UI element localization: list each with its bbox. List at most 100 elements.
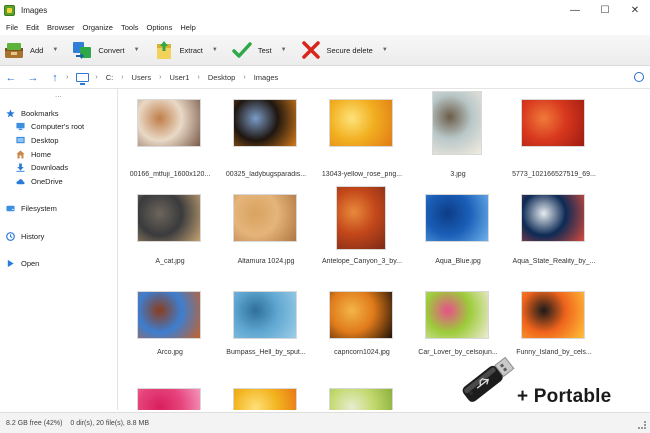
sidebar-item-onedrive[interactable]: OneDrive xyxy=(16,177,63,186)
file-name: 5773_102166527519_69... xyxy=(512,171,596,178)
portable-badge: + Portable xyxy=(454,340,650,412)
extract-icon xyxy=(154,40,174,60)
file-name: Aqua_Blue.jpg xyxy=(435,258,481,265)
convert-button[interactable]: Convert ▼ xyxy=(68,36,149,64)
image-preview xyxy=(233,388,297,410)
cloud-icon xyxy=(16,179,25,185)
image-preview xyxy=(329,291,393,339)
toolbar: Add ▼ Convert ▼ Extract ▼ Test ▼ Secure … xyxy=(0,35,650,66)
image-preview xyxy=(425,291,489,339)
breadcrumb-images[interactable]: Images xyxy=(246,73,287,82)
breadcrumb-user1[interactable]: User1 xyxy=(161,73,197,82)
menu-file[interactable]: File xyxy=(2,23,22,32)
image-preview xyxy=(233,194,297,242)
drive-icon xyxy=(6,205,15,212)
sidebar-item-home[interactable]: Home xyxy=(16,150,51,159)
chevron-down-icon[interactable]: ▼ xyxy=(134,47,140,53)
sidebar-item-label: Computer's root xyxy=(31,122,85,131)
menu-help[interactable]: Help xyxy=(176,23,199,32)
secure-delete-label: Secure delete xyxy=(326,45,373,55)
chevron-down-icon[interactable]: ▼ xyxy=(382,47,388,53)
up-button[interactable]: ↑ xyxy=(44,72,66,84)
add-label: Add xyxy=(30,45,44,55)
sidebar-item-label: Open xyxy=(21,259,40,268)
image-preview xyxy=(329,99,393,147)
minimize-button[interactable]: — xyxy=(560,0,590,20)
image-preview xyxy=(137,291,201,339)
home-icon xyxy=(16,150,25,159)
sidebar-item-open[interactable]: Open xyxy=(6,259,39,268)
computer-icon xyxy=(76,73,90,85)
menu-edit[interactable]: Edit xyxy=(22,23,43,32)
sidebar-item-desktop[interactable]: Desktop xyxy=(16,136,59,145)
file-name: capricorn1024.jpg xyxy=(334,349,390,356)
image-preview xyxy=(233,99,297,147)
title-bar: Images — ☐ ✕ xyxy=(0,0,650,20)
file-name: 00166_mtfuji_1600x120... xyxy=(129,171,211,178)
menu-options[interactable]: Options xyxy=(143,23,177,32)
free-space-text: 8.2 GB free (42%) xyxy=(6,419,63,427)
menu-browser[interactable]: Browser xyxy=(43,23,79,32)
search-icon[interactable] xyxy=(634,72,644,82)
image-preview xyxy=(137,194,201,242)
address-bar: ← → ↑ › › C: › Users › User1 › Desktop ›… xyxy=(0,67,650,89)
image-preview xyxy=(521,194,585,242)
forward-button[interactable]: → xyxy=(22,72,44,84)
image-preview xyxy=(233,291,297,339)
sidebar-item-downloads[interactable]: Downloads xyxy=(16,163,68,172)
chevron-down-icon[interactable]: ▼ xyxy=(52,47,58,53)
file-name: Altamura 1024.jpg xyxy=(237,258,295,265)
sidebar-item-label: Bookmarks xyxy=(21,109,59,118)
chevron-down-icon[interactable]: ▼ xyxy=(212,47,218,53)
extract-label: Extract xyxy=(179,45,203,55)
window-controls: — ☐ ✕ xyxy=(560,0,650,20)
sidebar-item-label: Home xyxy=(31,150,52,159)
sidebar-item-history[interactable]: History xyxy=(6,232,44,241)
sidebar-item-label: History xyxy=(21,232,45,241)
desktop-icon xyxy=(16,136,25,144)
app-logo-icon xyxy=(4,4,15,16)
window-title: Images xyxy=(21,5,48,15)
resize-grip[interactable] xyxy=(638,421,646,429)
status-bar: 8.2 GB free (42%) 0 dir(s), 20 file(s), … xyxy=(0,412,650,433)
download-icon xyxy=(16,163,25,172)
image-preview xyxy=(329,388,393,410)
sidebar-more-button[interactable]: ... xyxy=(55,90,62,99)
breadcrumb-users[interactable]: Users xyxy=(124,73,160,82)
image-preview xyxy=(336,186,386,250)
maximize-button[interactable]: ☐ xyxy=(590,0,620,20)
breadcrumb-drive[interactable]: C: xyxy=(98,73,122,82)
image-preview xyxy=(521,99,585,147)
file-count-text: 0 dir(s), 20 file(s), 8.8 MB xyxy=(70,419,149,427)
usb-drive-icon xyxy=(462,356,515,402)
sidebar-item-label: OneDrive xyxy=(31,177,63,186)
secure-delete-icon xyxy=(301,40,321,60)
chevron-right-icon: › xyxy=(66,74,69,81)
extract-button[interactable]: Extract ▼ xyxy=(150,36,228,64)
file-name: Aqua_State_Reality_by_... xyxy=(512,258,596,265)
file-name: Bumpass_Hell_by_sput... xyxy=(226,349,306,356)
test-check-icon xyxy=(232,40,252,60)
sidebar-item-filesystem[interactable]: Filesystem xyxy=(6,204,57,213)
file-name: 13043-yellow_rose_png... xyxy=(321,171,403,178)
menu-organize[interactable]: Organize xyxy=(79,23,117,32)
convert-label: Convert xyxy=(98,45,125,55)
add-button[interactable]: Add ▼ xyxy=(0,36,68,64)
chevron-down-icon[interactable]: ▼ xyxy=(281,47,287,53)
menu-tools[interactable]: Tools xyxy=(117,23,143,32)
open-arrow-icon xyxy=(7,259,14,268)
test-button[interactable]: Test ▼ xyxy=(228,36,297,64)
portable-label: + Portable xyxy=(517,386,612,407)
add-archive-icon xyxy=(4,40,24,60)
convert-icon xyxy=(72,40,92,60)
file-name: Arco.jpg xyxy=(157,349,183,356)
monitor-icon xyxy=(16,122,25,131)
secure-delete-button[interactable]: Secure delete ▼ xyxy=(297,36,398,64)
sidebar-item-bookmarks[interactable]: Bookmarks xyxy=(6,109,59,118)
menu-bar: File Edit Browser Organize Tools Options… xyxy=(0,20,650,35)
close-button[interactable]: ✕ xyxy=(620,0,650,20)
breadcrumb-desktop[interactable]: Desktop xyxy=(200,73,244,82)
sidebar-item-label: Desktop xyxy=(31,136,59,145)
sidebar-item-computers-root[interactable]: Computer's root xyxy=(16,122,84,131)
back-button[interactable]: ← xyxy=(0,72,22,84)
